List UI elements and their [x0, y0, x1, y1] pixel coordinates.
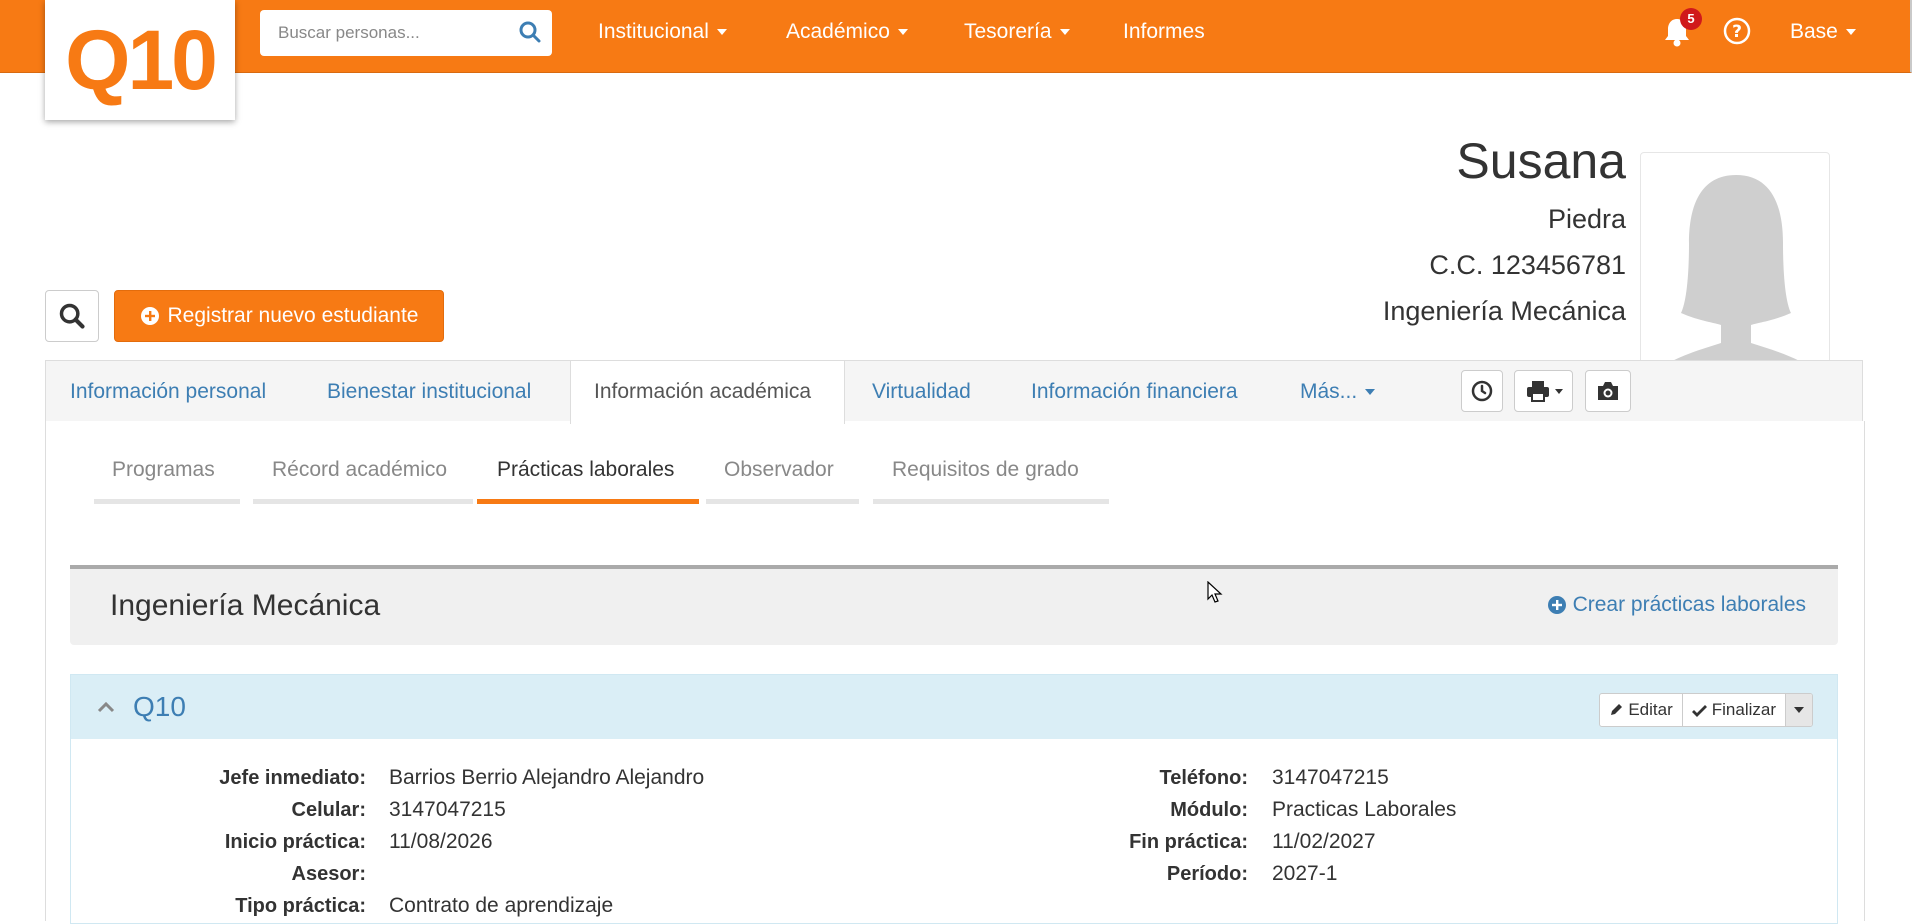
value-modulo: Practicas Laborales [1272, 798, 1457, 821]
caret-down-icon [1059, 29, 1070, 36]
subtab-underline [706, 499, 859, 504]
finish-button[interactable]: Finalizar [1682, 694, 1786, 726]
nav-label: Institucional [598, 20, 709, 43]
label-inicio-practica: Inicio práctica: [224, 831, 366, 853]
plus-circle-icon [140, 307, 159, 325]
label-celular: Celular: [291, 799, 366, 821]
nav-label: Tesorería [964, 20, 1052, 43]
practice-card-header: Q10 Editar Finalizar [71, 675, 1837, 739]
edit-button[interactable]: Editar [1600, 694, 1683, 726]
mouse-cursor-icon [1207, 581, 1223, 603]
subtab-underline-active [477, 499, 699, 504]
caret-down-icon [716, 29, 727, 36]
check-icon [1691, 704, 1707, 717]
more-actions-dropdown[interactable] [1786, 694, 1812, 726]
edit-label: Editar [1628, 700, 1673, 719]
value-inicio-practica: 11/08/2026 [389, 830, 493, 853]
subtab-requisitos-de-grado[interactable]: Requisitos de grado [892, 458, 1079, 482]
value-jefe-inmediato: Barrios Berrio Alejandro Alejandro [389, 766, 705, 789]
caret-down-icon [1845, 29, 1856, 36]
user-menu-label: Base [1790, 20, 1838, 43]
label-jefe-inmediato: Jefe inmediato: [219, 767, 366, 789]
search-icon[interactable] [518, 20, 542, 49]
user-menu[interactable]: Base [1790, 20, 1856, 44]
chevron-up-icon[interactable] [97, 701, 115, 713]
nav-label: Académico [786, 20, 890, 43]
printer-icon [1526, 381, 1549, 402]
student-document: C.C. 123456781 [1429, 250, 1626, 280]
label-asesor: Asesor: [291, 863, 366, 885]
tab-mas[interactable]: Más... [1300, 380, 1376, 404]
value-telefono: 3147047215 [1272, 766, 1389, 789]
register-student-button[interactable]: Registrar nuevo estudiante [114, 290, 444, 342]
camera-icon [1598, 382, 1618, 400]
pencil-icon [1611, 704, 1623, 715]
nav-academico[interactable]: Académico [786, 20, 908, 44]
program-section-header: Ingeniería Mecánica Crear prácticas labo… [70, 565, 1838, 645]
help-icon[interactable]: ? [1722, 16, 1752, 51]
practice-actions: Editar Finalizar [1599, 693, 1813, 727]
search-box[interactable] [260, 10, 552, 56]
caret-down-icon [1794, 707, 1804, 713]
logo-text: Q10 [65, 12, 218, 107]
label-modulo: Módulo: [1170, 799, 1248, 821]
tab-informacion-personal[interactable]: Información personal [70, 380, 266, 404]
tab-informacion-academica[interactable]: Información académica [594, 380, 811, 404]
label-telefono: Teléfono: [1159, 767, 1248, 789]
finish-label: Finalizar [1711, 700, 1776, 719]
svg-text:?: ? [1732, 22, 1742, 42]
tab-informacion-financiera[interactable]: Información financiera [1031, 380, 1238, 404]
student-first-name: Susana [1456, 133, 1626, 189]
history-button[interactable] [1461, 370, 1503, 412]
nav-informes[interactable]: Informes [1123, 20, 1205, 44]
clock-icon [1471, 380, 1493, 402]
create-practice-label: Crear prácticas laborales [1572, 593, 1806, 616]
value-fin-practica: 11/02/2027 [1272, 830, 1376, 853]
student-program: Ingeniería Mecánica [1382, 296, 1626, 326]
section-title: Ingeniería Mecánica [110, 589, 381, 622]
label-tipo-practica: Tipo práctica: [235, 895, 366, 917]
nav-label: Informes [1123, 20, 1205, 43]
photo-button[interactable] [1585, 370, 1631, 412]
tab-mas-label: Más... [1300, 380, 1358, 403]
caret-down-icon [897, 29, 908, 36]
print-button[interactable] [1514, 370, 1573, 412]
subtab-observador[interactable]: Observador [724, 458, 834, 482]
subtab-practicas-laborales[interactable]: Prácticas laborales [497, 458, 674, 482]
practice-company: Q10 [133, 691, 186, 722]
nav-tesoreria[interactable]: Tesorería [964, 20, 1070, 44]
nav-institucional[interactable]: Institucional [598, 20, 727, 44]
caret-down-icon [1554, 388, 1563, 394]
value-tipo-practica: Contrato de aprendizaje [389, 894, 614, 917]
label-periodo: Período: [1166, 863, 1248, 885]
value-celular: 3147047215 [389, 798, 506, 821]
search-input[interactable] [276, 22, 510, 44]
student-last-name: Piedra [1547, 204, 1626, 234]
label-fin-practica: Fin práctica: [1129, 831, 1248, 853]
subtab-record-academico[interactable]: Récord académico [272, 458, 447, 482]
subtab-programas[interactable]: Programas [112, 458, 215, 482]
create-practice-link[interactable]: Crear prácticas laborales [1547, 593, 1806, 617]
tab-bienestar-institucional[interactable]: Bienestar institucional [327, 380, 531, 404]
subtab-underline [873, 499, 1109, 504]
register-label: Registrar nuevo estudiante [167, 304, 419, 327]
tab-virtualidad[interactable]: Virtualidad [872, 380, 971, 404]
subtab-underline [253, 499, 473, 504]
value-periodo: 2027-1 [1272, 862, 1338, 885]
q10-logo[interactable]: Q10 [45, 0, 235, 120]
caret-down-icon [1365, 389, 1376, 396]
subtab-underline [94, 499, 240, 504]
plus-circle-icon [1547, 596, 1566, 614]
search-student-button[interactable] [45, 290, 99, 342]
search-icon [59, 303, 85, 329]
notification-badge: 5 [1680, 8, 1702, 30]
